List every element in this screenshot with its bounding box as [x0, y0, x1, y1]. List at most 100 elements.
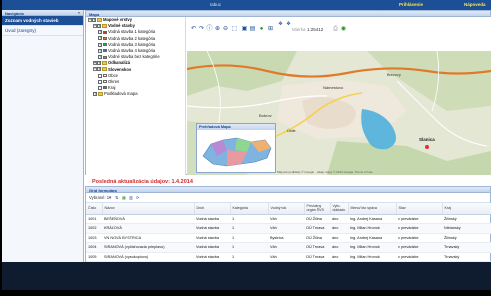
layer-checkbox[interactable]: [97, 60, 102, 66]
overview-map[interactable]: Prehľadová Mapa: [196, 123, 276, 173]
layer-label: Vodná stavba 2 kategória: [108, 35, 156, 41]
legend-swatch-icon: [103, 55, 107, 59]
column-header[interactable]: Názov: [102, 203, 195, 215]
table-cell: Ing. Milan Hronok: [348, 242, 396, 253]
selection-count: Vybrané: 1: [89, 195, 110, 200]
table-cell: Trnavský: [442, 242, 491, 253]
layer-item[interactable]: Podkladová mapa: [86, 91, 185, 97]
table-cell: Bystrica: [268, 233, 304, 243]
table-cell: v prevádzke: [396, 242, 442, 253]
print-icon[interactable]: ⎙: [332, 26, 339, 33]
table-row[interactable]: 1003 VN NOVÁ BYSTRICA Vodná stavba 1 Bystric…: [86, 233, 491, 243]
top-banner: Iabuc Prihlásenie Nápoveda: [2, 0, 491, 10]
table-cell: BEŠEŇOVÁ: [102, 214, 194, 224]
zoom-box-icon[interactable]: ⬚: [231, 26, 238, 33]
layer-label: Slovenskos: [108, 66, 132, 72]
table-row[interactable]: 1004 SIRANOVÁ (vyčisťovacia prieplavu) Vod…: [86, 242, 491, 253]
folder-icon: [102, 61, 107, 66]
column-header[interactable]: Vodný tok: [268, 203, 305, 215]
column-header[interactable]: Druh: [194, 203, 231, 215]
globe-icon[interactable]: ●: [258, 26, 265, 33]
map-copyright: Mapové podklady © Google · údaje mapy © …: [277, 170, 373, 174]
map-label-brezovy: Brezovy: [387, 73, 401, 77]
column-header[interactable]: Číslo: [86, 203, 103, 215]
table-cell: Vodná stavba: [194, 214, 230, 224]
folder-icon: [102, 24, 107, 29]
layer-checkbox[interactable]: [98, 79, 102, 84]
column-header[interactable]: Vyto. dokladu: [330, 203, 349, 215]
legend-swatch-icon: [103, 74, 107, 78]
refresh-icon[interactable]: ⟳: [136, 195, 140, 200]
folder-icon: [98, 92, 103, 97]
info-icon[interactable]: ⓘ: [206, 26, 213, 33]
column-header[interactable]: Meno/ kto spáva: [348, 203, 397, 215]
table-cell: 1: [230, 214, 268, 224]
table-row[interactable]: 1001 BEŠEŇOVÁ Vodná stavba 1 Váh OÚ Žilina áno…: [86, 214, 491, 224]
layer-checkbox[interactable]: [98, 73, 102, 78]
nav-item-water-structures[interactable]: Zoznam vodných stavieb: [2, 16, 83, 26]
layer-label: Podkladová mapa: [104, 91, 138, 97]
column-header[interactable]: Kraj: [442, 203, 491, 215]
overview-map-render: [197, 130, 275, 172]
table-row[interactable]: 1002 KRÁĽOVÁ Vodná stavba 1 Váh OÚ Trnava áno I…: [86, 223, 491, 234]
table-cell: VN NOVÁ BYSTRICA: [102, 233, 194, 243]
zoom-out-icon[interactable]: ⊖: [222, 26, 229, 33]
table-cell: Žilinský: [442, 233, 491, 243]
table-cell: KRÁĽOVÁ: [102, 223, 194, 234]
layer-checkbox[interactable]: [98, 35, 103, 42]
layer-checkbox[interactable]: [97, 66, 102, 73]
layers-icon[interactable]: ▤: [249, 26, 256, 33]
table-cell: Ing. Andrej Kasana: [348, 214, 396, 224]
table-cell: 1003: [86, 233, 102, 243]
collapse-icon[interactable]: «: [78, 10, 80, 15]
layer-checkbox[interactable]: [98, 29, 103, 35]
table-cell: OÚ Trnava: [304, 242, 330, 253]
select-icon[interactable]: ▣: [241, 26, 248, 33]
table-cell: Vodná stavba: [194, 252, 230, 262]
columns-icon[interactable]: ▥: [129, 195, 133, 200]
table-body: 1001 BEŠEŇOVÁ Vodná stavba 1 Váh OÚ Žilina áno…: [86, 214, 491, 262]
move-icon[interactable]: ✥: [285, 21, 292, 28]
column-header[interactable]: Stav: [396, 203, 443, 215]
layer-checkbox[interactable]: [97, 23, 102, 29]
map-label-namestovo: Námestovo: [323, 85, 344, 90]
measure-icon[interactable]: ⊞: [267, 26, 274, 33]
navigation-panel: Navigácia « Zoznam vodných stavieb Úvod …: [2, 10, 84, 262]
grid-toolbar: Vybrané: 1 ▼ ⇅ ▦ ▥ ⟳: [86, 193, 490, 203]
column-header[interactable]: Príslušný orgán ŠVS: [304, 203, 331, 215]
folder-icon: [97, 17, 102, 22]
layer-checkbox[interactable]: [98, 42, 103, 48]
table-cell: 1002: [86, 223, 102, 234]
sort-icon[interactable]: ⇅: [115, 195, 119, 200]
table-cell: Trnavský: [442, 252, 491, 262]
column-header[interactable]: Kategória: [230, 203, 269, 215]
help-link[interactable]: Nápoveda: [464, 2, 486, 7]
layer-checkbox[interactable]: [93, 91, 98, 97]
layer-label: Vodná stavba 4 kategória: [108, 47, 156, 53]
table-cell: Váh: [268, 252, 304, 262]
filter-icon[interactable]: ▼: [108, 195, 112, 200]
export-icon[interactable]: ◉: [340, 26, 347, 33]
table-cell: Váh: [268, 223, 304, 234]
map-panel: Mapa −Mapové vrstvy−Vodné stavbyVodná st…: [85, 10, 491, 175]
layer-checkbox[interactable]: [98, 85, 102, 90]
table-header: Číslo Názov Druh Kategória Vodný tok Príslušn…: [86, 203, 491, 215]
layer-checkbox[interactable]: [98, 48, 103, 54]
export-icon[interactable]: ▦: [122, 195, 126, 200]
folder-icon: [102, 67, 107, 72]
table-cell: OÚ Trnava: [304, 252, 330, 262]
layer-checkbox[interactable]: [92, 17, 97, 23]
table-cell: SIRANOVÁ (vysokoplovo): [102, 252, 194, 262]
zoom-in-icon[interactable]: ⊕: [214, 26, 221, 33]
navigation-header: Navigácia «: [2, 10, 83, 16]
layer-checkbox[interactable]: [98, 54, 103, 60]
undo-icon[interactable]: ↶: [190, 26, 197, 33]
navigation-title: Navigácia: [5, 11, 24, 16]
redo-icon[interactable]: ↷: [198, 26, 205, 33]
login-link[interactable]: Prihlásenie: [399, 2, 423, 7]
table-cell: Ing. Milan Hronok: [348, 223, 396, 234]
pan-icon[interactable]: ✥: [277, 21, 284, 28]
scale-label: Mierka: [292, 27, 306, 32]
nav-item-intro[interactable]: Úvod (zaregtry): [2, 26, 83, 36]
table-row[interactable]: 1005 SIRANOVÁ (vysokoplovo) Vodná stavba 1 V…: [86, 252, 491, 262]
